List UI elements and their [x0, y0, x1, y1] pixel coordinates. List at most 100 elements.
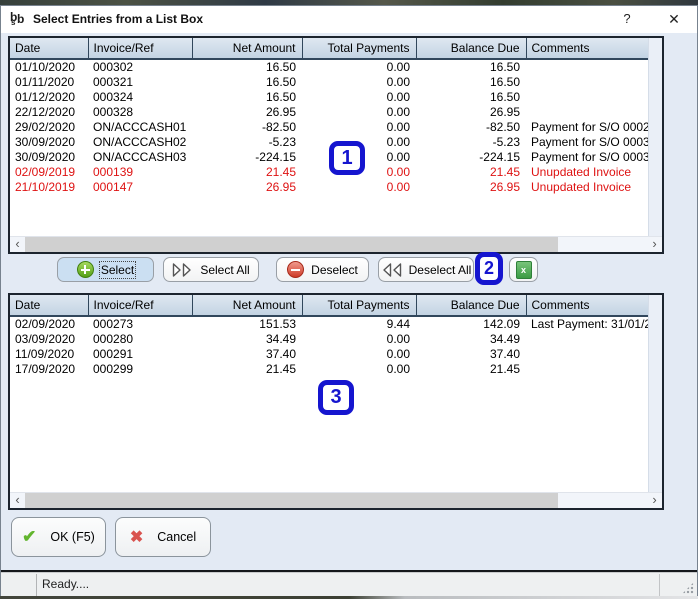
deselect-all-button-label: Deselect All: [408, 262, 472, 277]
cell-balance-due: -82.50: [485, 120, 520, 134]
double-left-arrow-icon: [382, 262, 401, 277]
green-check-icon: ✔: [22, 527, 37, 546]
col-comments: Comments: [526, 295, 648, 317]
cell-date: 01/10/2020: [15, 60, 76, 74]
annotation-step-2: 2: [475, 252, 503, 285]
scroll-left-icon[interactable]: ‹: [10, 237, 25, 252]
col-total-payments: Total Payments: [302, 295, 417, 317]
cell-date: 03/09/2020: [15, 332, 76, 346]
table-row[interactable]: 02/09/2020 000273 151.53 9.44 142.09 Las…: [10, 316, 648, 332]
col-net-amount: Net Amount: [192, 38, 303, 60]
cell-comments: [526, 332, 648, 347]
vertical-scrollbar[interactable]: [648, 295, 662, 493]
cell-comments: [526, 105, 648, 120]
cell-total-payments: 0.00: [386, 90, 410, 104]
statusbar-separator: [36, 574, 37, 596]
table-row[interactable]: 29/02/2020 ON/ACCCASH01 -82.50 0.00 -82.…: [10, 120, 648, 135]
cell-comments: [526, 75, 648, 90]
plus-circle-icon: [76, 261, 94, 278]
ok-button[interactable]: ✔ OK (F5): [11, 517, 106, 557]
select-all-button[interactable]: Select All: [163, 257, 259, 282]
cell-invoice-ref: 000291: [93, 347, 134, 361]
col-comments: Comments: [526, 38, 648, 60]
table-row[interactable]: 01/10/2020 000302 16.50 0.00 16.50: [10, 59, 648, 75]
horizontal-scrollbar[interactable]: ‹ ›: [10, 492, 662, 508]
cell-date: 01/11/2020: [15, 75, 75, 89]
select-button[interactable]: Select: [57, 257, 154, 282]
cell-invoice-ref: 000147: [93, 180, 134, 194]
cell-date: 02/09/2020: [15, 317, 76, 331]
cell-balance-due: -5.23: [492, 135, 520, 149]
export-to-excel-button[interactable]: x: [509, 257, 538, 282]
ok-button-label: OK (F5): [50, 530, 95, 544]
cell-balance-due: 37.40: [489, 347, 520, 361]
scroll-left-icon[interactable]: ‹: [10, 493, 25, 508]
table-row[interactable]: 17/09/2020 000299 21.45 0.00 21.45: [10, 362, 648, 377]
select-entries-dialog: b s b Select Entries from a List Box ? ✕…: [0, 5, 698, 596]
cell-comments: [526, 362, 648, 377]
window-title: Select Entries from a List Box: [33, 12, 204, 26]
cell-total-payments: 0.00: [386, 120, 410, 134]
col-net-amount: Net Amount: [192, 295, 303, 317]
scroll-right-icon[interactable]: ›: [647, 237, 662, 252]
cell-net-amount: 21.45: [265, 165, 296, 179]
cell-date: 17/09/2020: [15, 362, 76, 376]
cell-comments: [526, 59, 648, 75]
table-row[interactable]: 03/09/2020 000280 34.49 0.00 34.49: [10, 332, 648, 347]
table-row[interactable]: 22/12/2020 000328 26.95 0.00 26.95: [10, 105, 648, 120]
help-button[interactable]: ?: [616, 9, 638, 29]
double-right-arrow-icon: [173, 262, 192, 277]
cancel-button[interactable]: ✖ Cancel: [115, 517, 211, 557]
cell-date: 11/09/2020: [15, 347, 75, 361]
col-date: Date: [10, 295, 89, 317]
table-row[interactable]: 01/11/2020 000321 16.50 0.00 16.50: [10, 75, 648, 90]
cell-invoice-ref: 000302: [93, 60, 134, 74]
select-all-button-label: Select All: [200, 262, 250, 277]
col-invoice-ref: Invoice/Ref: [88, 38, 193, 60]
deselect-all-button[interactable]: Deselect All: [378, 257, 474, 282]
cell-date: 29/02/2020: [15, 120, 76, 134]
cell-net-amount: 16.50: [265, 90, 296, 104]
cell-net-amount: 151.53: [259, 317, 296, 331]
cell-net-amount: 26.95: [265, 180, 296, 194]
resize-grip[interactable]: [682, 582, 694, 594]
cell-invoice-ref: 000321: [93, 75, 134, 89]
col-balance-due: Balance Due: [416, 38, 527, 60]
cell-date: 22/12/2020: [15, 105, 76, 119]
status-message: Ready....: [42, 577, 90, 591]
cell-net-amount: -5.23: [268, 135, 296, 149]
cell-balance-due: 26.95: [489, 105, 520, 119]
cell-balance-due: 16.50: [489, 60, 520, 74]
cell-invoice-ref: ON/ACCCASH02: [93, 135, 187, 149]
horizontal-scrollbar[interactable]: ‹ ›: [10, 236, 662, 252]
cell-net-amount: 16.50: [265, 60, 296, 74]
minus-circle-icon: [287, 261, 305, 278]
excel-export-icon: x: [515, 260, 532, 279]
table-row[interactable]: 21/10/2019 000147 26.95 0.00 26.95 Unupd…: [10, 180, 648, 195]
close-icon[interactable]: ✕: [663, 9, 685, 29]
scrollbar-thumb[interactable]: [25, 493, 558, 508]
table-row[interactable]: 01/12/2020 000324 16.50 0.00 16.50: [10, 90, 648, 105]
table-row[interactable]: 11/09/2020 000291 37.40 0.00 37.40: [10, 347, 648, 362]
cell-net-amount: 26.95: [265, 105, 296, 119]
col-date: Date: [10, 38, 89, 60]
cell-date: 30/09/2020: [15, 150, 76, 164]
cell-invoice-ref: 000324: [93, 90, 134, 104]
cell-net-amount: -82.50: [261, 120, 296, 134]
cell-balance-due: 16.50: [489, 90, 520, 104]
cell-total-payments: 0.00: [386, 347, 410, 361]
cell-invoice-ref: 000328: [93, 105, 134, 119]
cell-total-payments: 0.00: [386, 75, 410, 89]
scroll-right-icon[interactable]: ›: [647, 493, 662, 508]
cell-invoice-ref: ON/ACCCASH01: [93, 120, 187, 134]
cell-balance-due: 26.95: [489, 180, 520, 194]
vertical-scrollbar[interactable]: [648, 38, 662, 237]
deselect-button-label: Deselect: [311, 262, 358, 277]
cell-total-payments: 0.00: [386, 105, 410, 119]
scrollbar-thumb[interactable]: [25, 237, 558, 252]
cell-date: 01/12/2020: [15, 90, 76, 104]
cell-comments: Payment for S/O 000371: [531, 150, 648, 164]
title-bar: b s b Select Entries from a List Box ? ✕: [1, 6, 697, 33]
cell-balance-due: 21.45: [489, 362, 520, 376]
deselect-button[interactable]: Deselect: [276, 257, 369, 282]
